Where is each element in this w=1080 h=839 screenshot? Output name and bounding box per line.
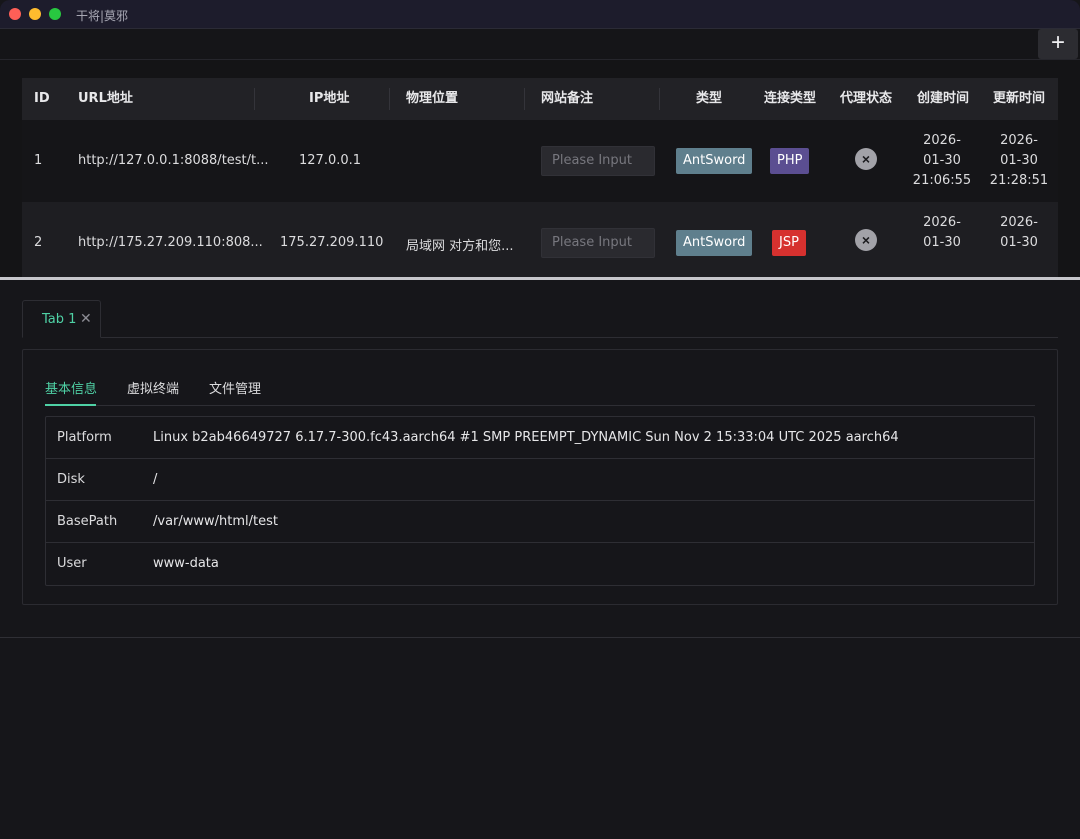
cell-id: 1 — [34, 153, 43, 168]
info-value: / — [153, 472, 158, 487]
type-tag: AntSword — [676, 230, 753, 256]
tab-content: 基本信息 虚拟终端 文件管理 Platform Linux b2ab466497… — [22, 349, 1058, 605]
session-tabs: Tab 1 ✕ — [22, 300, 1058, 338]
created-date-part: 01-30 — [923, 153, 961, 168]
info-row-user: User www-data — [46, 543, 1034, 585]
note-input[interactable]: Please Input — [541, 146, 655, 176]
info-row-disk: Disk / — [46, 459, 1034, 501]
info-key: BasePath — [57, 514, 118, 529]
window-title: 干将|莫邪 — [76, 9, 129, 23]
updated-date-part: 01-30 — [1000, 235, 1038, 250]
created-date-part: 2026- — [923, 215, 961, 230]
proxy-off-icon[interactable]: × — [855, 148, 877, 170]
toolbar: + — [0, 29, 1080, 60]
app-window: 干将|莫邪 + ID URL地址 IP地址 物理位置 网站备注 类型 连接类型 … — [0, 0, 1080, 839]
tab-file-manager[interactable]: 文件管理 — [209, 378, 261, 397]
close-icon[interactable]: ✕ — [80, 310, 92, 327]
cell-updated: 2026- 01-30 — [979, 213, 1059, 253]
table-header: ID URL地址 IP地址 物理位置 网站备注 类型 连接类型 代理状态 创建时… — [22, 78, 1058, 120]
tab-basic-info[interactable]: 基本信息 — [45, 378, 97, 397]
cell-ip: 127.0.0.1 — [299, 153, 362, 168]
basic-info-table: Platform Linux b2ab46649727 6.17.7-300.f… — [45, 416, 1035, 586]
shell-table: ID URL地址 IP地址 物理位置 网站备注 类型 连接类型 代理状态 创建时… — [0, 60, 1080, 277]
type-tag: AntSword — [676, 148, 753, 174]
created-date-part: 2026- — [923, 133, 961, 148]
column-header-location[interactable]: 物理位置 — [406, 78, 458, 120]
cell-updated: 2026- 01-30 21:28:51 — [979, 131, 1059, 191]
info-key: Disk — [57, 472, 85, 487]
close-window-button[interactable] — [9, 8, 21, 20]
column-header-type[interactable]: 类型 — [696, 78, 722, 120]
column-divider — [254, 88, 255, 110]
tab-1[interactable]: Tab 1 ✕ — [22, 300, 101, 338]
column-header-url[interactable]: URL地址 — [78, 78, 133, 120]
info-row-platform: Platform Linux b2ab46649727 6.17.7-300.f… — [46, 417, 1034, 459]
proxy-off-icon[interactable]: × — [855, 229, 877, 251]
maximize-window-button[interactable] — [49, 8, 61, 20]
tab-label: Tab 1 — [42, 312, 77, 327]
table-row[interactable]: 1 http://127.0.0.1:8088/test/t... 127.0.… — [22, 120, 1058, 202]
info-value: /var/www/html/test — [153, 514, 278, 529]
column-header-note[interactable]: 网站备注 — [541, 78, 593, 120]
cell-id: 2 — [34, 235, 43, 250]
add-shell-button[interactable]: + — [1038, 29, 1078, 59]
updated-date-part: 2026- — [1000, 215, 1038, 230]
created-date-part: 01-30 — [923, 235, 961, 250]
title-bar: 干将|莫邪 — [0, 0, 1080, 29]
column-header-proxy-status[interactable]: 代理状态 — [840, 78, 892, 120]
info-row-basepath: BasePath /var/www/html/test — [46, 501, 1034, 543]
info-key: Platform — [57, 430, 112, 445]
active-tab-indicator — [45, 404, 96, 406]
column-divider — [659, 88, 660, 110]
conn-type-tag: JSP — [772, 230, 806, 256]
empty-area — [0, 639, 1080, 839]
cell-url: http://175.27.209.110:808... — [78, 235, 263, 250]
info-key: User — [57, 556, 87, 571]
updated-time-part: 21:28:51 — [989, 173, 1049, 188]
cell-url: http://127.0.0.1:8088/test/t... — [78, 153, 269, 168]
cell-created: 2026- 01-30 — [902, 213, 982, 253]
note-input[interactable]: Please Input — [541, 228, 655, 258]
cell-location: 局域网 对方和您... — [406, 239, 514, 254]
detail-panel: Tab 1 ✕ 基本信息 虚拟终端 文件管理 Platform Linux b2… — [0, 280, 1080, 638]
tab-virtual-terminal[interactable]: 虚拟终端 — [127, 378, 179, 397]
info-value: Linux b2ab46649727 6.17.7-300.fc43.aarch… — [153, 430, 899, 445]
minimize-window-button[interactable] — [29, 8, 41, 20]
created-time-part: 21:06:55 — [912, 173, 972, 188]
cell-created: 2026- 01-30 21:06:55 — [902, 131, 982, 191]
table-row[interactable]: 2 http://175.27.209.110:808... 175.27.20… — [22, 202, 1058, 277]
info-subtabs: 基本信息 虚拟终端 文件管理 — [45, 372, 1035, 406]
column-divider — [389, 88, 390, 110]
column-divider — [524, 88, 525, 110]
info-value: www-data — [153, 556, 219, 571]
cell-ip: 175.27.209.110 — [280, 235, 384, 250]
conn-type-tag: PHP — [770, 148, 810, 174]
column-header-updated[interactable]: 更新时间 — [993, 78, 1045, 120]
column-header-created[interactable]: 创建时间 — [917, 78, 969, 120]
column-header-conn-type[interactable]: 连接类型 — [764, 78, 816, 120]
column-header-ip[interactable]: IP地址 — [309, 78, 349, 120]
updated-date-part: 2026- — [1000, 133, 1038, 148]
column-header-id[interactable]: ID — [34, 78, 50, 120]
updated-date-part: 01-30 — [1000, 153, 1038, 168]
